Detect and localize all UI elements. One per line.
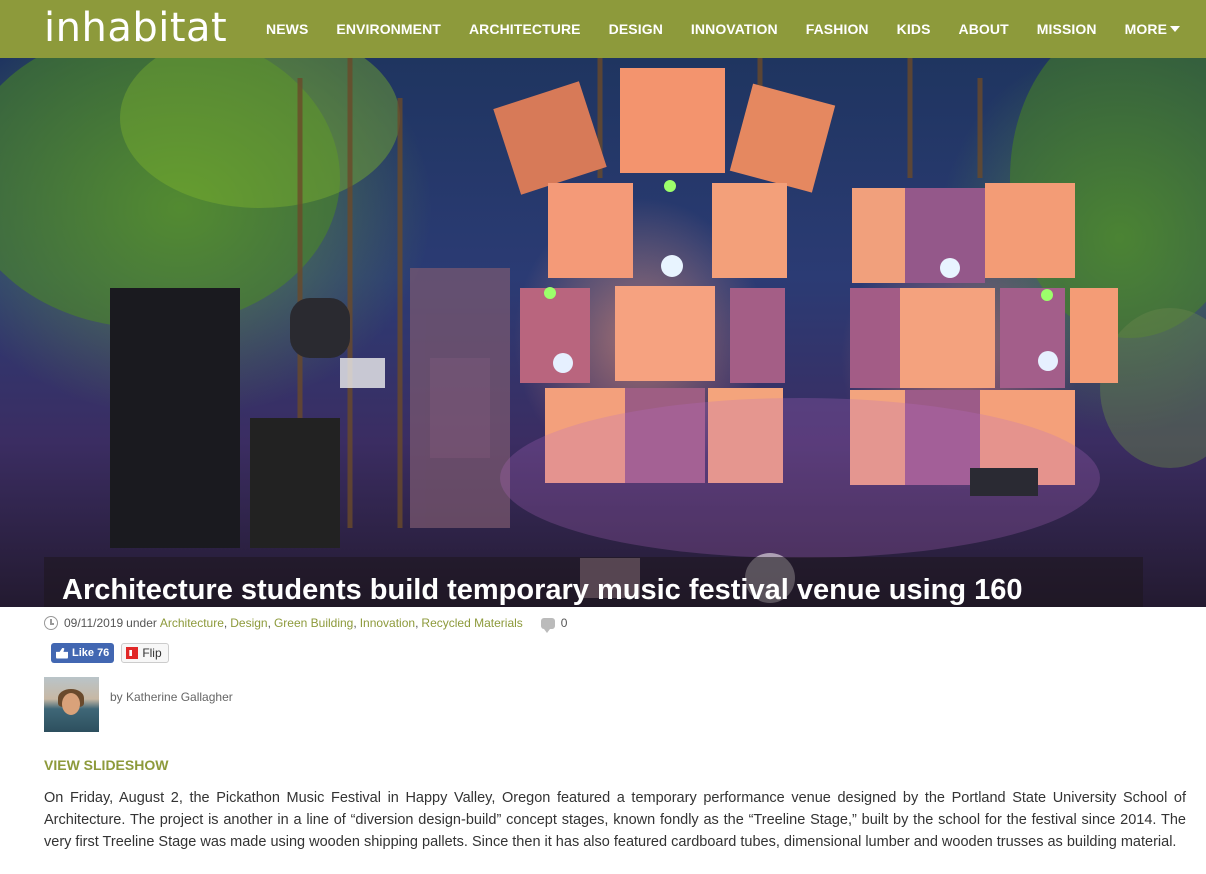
nav-design[interactable]: DESIGN bbox=[609, 21, 663, 37]
article-date: 09/11/2019 bbox=[64, 616, 124, 630]
under-label: under bbox=[126, 616, 157, 630]
stage-illustration bbox=[0, 58, 1206, 603]
site-logo[interactable]: inhabitat bbox=[44, 6, 227, 50]
social-share: Like 76 Flip bbox=[51, 643, 169, 663]
nav-more[interactable]: MORE bbox=[1124, 21, 1181, 37]
flipboard-icon bbox=[126, 647, 139, 659]
category-recycled-materials[interactable]: Recycled Materials bbox=[421, 616, 522, 630]
thumbs-up-icon bbox=[56, 647, 68, 659]
category-design[interactable]: Design bbox=[230, 616, 267, 630]
nav-fashion[interactable]: FASHION bbox=[806, 21, 869, 37]
facebook-like-button[interactable]: Like 76 bbox=[51, 643, 115, 663]
nav-kids[interactable]: KIDS bbox=[897, 21, 931, 37]
author-avatar[interactable] bbox=[44, 677, 99, 732]
nav-environment[interactable]: ENVIRONMENT bbox=[336, 21, 441, 37]
caret-down-icon bbox=[1170, 26, 1181, 32]
nav-mission[interactable]: MISSION bbox=[1037, 21, 1097, 37]
article-title: Architecture students build temporary mu… bbox=[62, 574, 1023, 606]
view-slideshow-link[interactable]: VIEW SLIDESHOW bbox=[44, 757, 168, 773]
category-innovation[interactable]: Innovation bbox=[360, 616, 415, 630]
nav-more-label: MORE bbox=[1124, 21, 1168, 37]
nav-architecture[interactable]: ARCHITECTURE bbox=[469, 21, 581, 37]
hero-image: Architecture students build temporary mu… bbox=[0, 58, 1206, 607]
site-header: inhabitat NEWS ENVIRONMENT ARCHITECTURE … bbox=[0, 0, 1206, 58]
comment-icon[interactable] bbox=[540, 617, 555, 633]
facebook-like-label: Like 76 bbox=[72, 647, 110, 659]
category-architecture[interactable]: Architecture bbox=[160, 616, 224, 630]
nav-innovation[interactable]: INNOVATION bbox=[691, 21, 778, 37]
clock-icon bbox=[44, 616, 58, 630]
category-green-building[interactable]: Green Building bbox=[274, 616, 353, 630]
main-nav: NEWS ENVIRONMENT ARCHITECTURE DESIGN INN… bbox=[266, 0, 1181, 58]
author-byline: by Katherine Gallagher bbox=[110, 690, 233, 704]
flipboard-button[interactable]: Flip bbox=[121, 643, 169, 663]
comment-count[interactable]: 0 bbox=[561, 616, 568, 630]
nav-about[interactable]: ABOUT bbox=[959, 21, 1009, 37]
article-meta: 09/11/2019 under Architecture, Design, G… bbox=[44, 614, 568, 633]
flipboard-label: Flip bbox=[142, 646, 162, 660]
article-body: On Friday, August 2, the Pickathon Music… bbox=[44, 790, 1186, 850]
article-title-overlay: Architecture students build temporary mu… bbox=[44, 557, 1143, 607]
nav-news[interactable]: NEWS bbox=[266, 21, 308, 37]
